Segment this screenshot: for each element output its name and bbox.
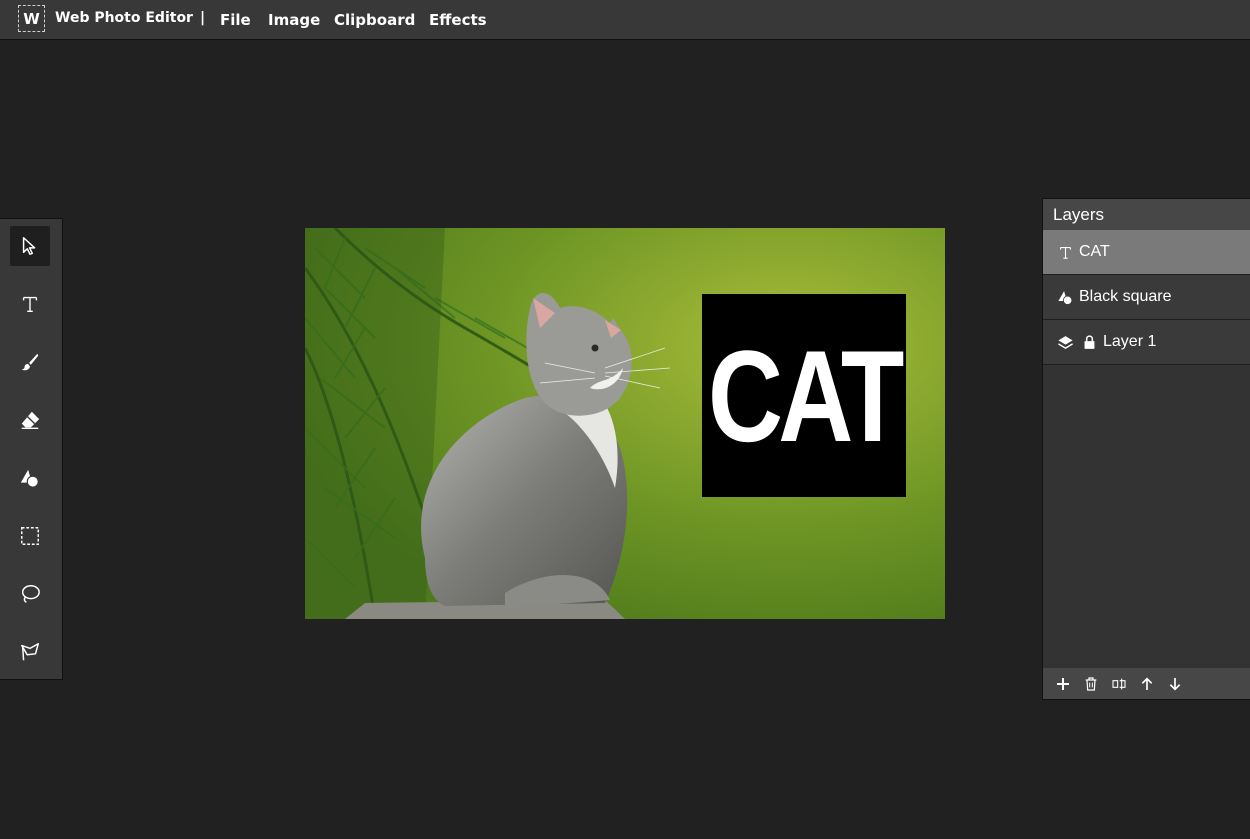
- shapes-icon: [1055, 287, 1075, 307]
- rename-icon: [1112, 678, 1126, 689]
- menu-effects[interactable]: Effects: [429, 11, 487, 29]
- polygon-lasso-icon: [21, 643, 39, 661]
- trash-icon: [1085, 676, 1097, 691]
- black-square-layer[interactable]: CAT: [702, 294, 906, 497]
- layer-item-layer-1[interactable]: Layer 1: [1043, 320, 1250, 365]
- layer-item-black-square[interactable]: Black square: [1043, 275, 1250, 320]
- text-tool-button[interactable]: [10, 284, 50, 324]
- eraser-tool-button[interactable]: [10, 400, 50, 440]
- shapes-icon: [20, 469, 39, 488]
- layers-panel: Layers CAT Black square Layer 1: [1042, 198, 1250, 700]
- layers-panel-footer: [1043, 668, 1250, 699]
- dashed-rectangle-icon: [21, 527, 39, 545]
- rect-select-tool-button[interactable]: [10, 516, 50, 556]
- menu-image[interactable]: Image: [268, 11, 320, 29]
- image-canvas[interactable]: CAT: [305, 228, 945, 619]
- layers-panel-title: Layers: [1053, 204, 1105, 224]
- add-layer-button[interactable]: [1049, 671, 1077, 697]
- text-t-icon: [1055, 242, 1075, 262]
- tool-panel: [0, 218, 63, 680]
- paintbrush-icon: [21, 353, 39, 371]
- plus-icon: [1057, 677, 1069, 690]
- select-tool-button[interactable]: [10, 226, 50, 266]
- layer-item-label: Layer 1: [1103, 333, 1157, 350]
- arrow-down-icon: [1169, 677, 1181, 691]
- app-title: Web Photo Editor: [55, 10, 193, 26]
- app-logo-letter: W: [23, 9, 40, 28]
- menu-file[interactable]: File: [220, 11, 251, 29]
- menu-clipboard[interactable]: Clipboard: [334, 11, 415, 29]
- eraser-icon: [21, 411, 40, 429]
- lasso-icon: [21, 585, 40, 603]
- pointer-arrow-icon: [22, 237, 36, 255]
- brush-tool-button[interactable]: [10, 342, 50, 382]
- layer-item-cat[interactable]: CAT: [1043, 230, 1250, 275]
- lasso-tool-button[interactable]: [10, 574, 50, 614]
- layer-item-label: Black square: [1079, 288, 1172, 305]
- cat-text-layer[interactable]: CAT: [708, 331, 904, 461]
- layers-stack-icon: [1055, 332, 1075, 352]
- rename-layer-button[interactable]: [1105, 671, 1133, 697]
- text-t-icon: [22, 296, 38, 313]
- shape-tool-button[interactable]: [10, 458, 50, 498]
- delete-layer-button[interactable]: [1077, 671, 1105, 697]
- move-layer-up-button[interactable]: [1133, 671, 1161, 697]
- layers-panel-header: Layers: [1043, 199, 1250, 230]
- menu-separator: |: [200, 10, 206, 26]
- arrow-up-icon: [1141, 676, 1153, 690]
- polygon-lasso-tool-button[interactable]: [10, 632, 50, 672]
- top-menu-bar: W Web Photo Editor | File Image Clipboar…: [0, 0, 1250, 40]
- lock-icon[interactable]: [1079, 332, 1099, 352]
- layer-item-label: CAT: [1079, 243, 1110, 260]
- move-layer-down-button[interactable]: [1161, 671, 1189, 697]
- app-logo: W: [18, 5, 45, 32]
